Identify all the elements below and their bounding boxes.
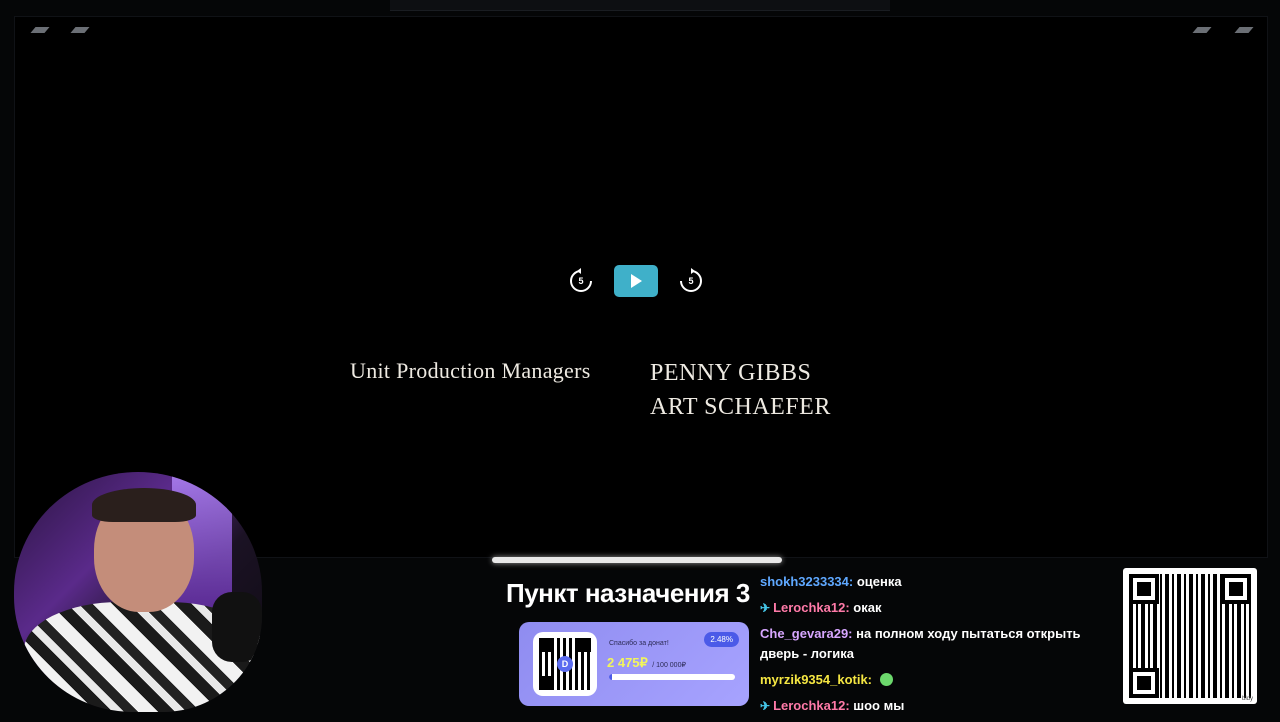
donation-percent-badge: 2.48% [704, 632, 739, 647]
microphone [212, 592, 262, 662]
rewind-5-button[interactable]: 5 [568, 268, 594, 294]
donation-thanks-text: Спасибо за донат! [609, 640, 669, 647]
chat-username: Che_gevara29: [760, 626, 853, 641]
chat-message: myrzik9354_kotik: [760, 670, 1110, 690]
streamer-hair [92, 488, 196, 522]
chat-text: шоо мы [853, 698, 905, 713]
chat-username: Lerochka12: [773, 600, 850, 615]
donation-qr-code-large: bldy [1123, 568, 1257, 704]
donation-amount: 2 475₽ / 100 000₽ [607, 654, 686, 672]
credit-name: PENNY GIBBS [650, 360, 812, 386]
frame-corner [70, 27, 90, 33]
qr-finder [1229, 582, 1243, 596]
donation-goal-widget: D Спасибо за донат! 2.48% 2 475₽ / 100 0… [519, 622, 749, 706]
credit-name: ART SCHAEFER [650, 394, 831, 420]
chat-text: оценка [856, 574, 902, 589]
play-button[interactable] [614, 265, 658, 297]
donation-progress-fill [609, 674, 613, 680]
chat-username: shokh3233334: [760, 574, 854, 589]
donation-goal: / 100 000₽ [652, 662, 686, 669]
forward-5-button[interactable]: 5 [678, 268, 704, 294]
playback-controls: 5 5 [568, 264, 704, 298]
frame-corner [1234, 27, 1254, 33]
chat-message: shokh3233334: оценка [760, 572, 1110, 592]
sword-badge-icon: ✈ [760, 699, 771, 713]
chat-overlay: shokh3233334: оценка ✈ Lerochka12: окак Che… [760, 572, 1110, 722]
donation-qr-code: D [533, 632, 597, 696]
qr-caption: bldy [1241, 696, 1253, 702]
streamer-webcam [14, 472, 262, 712]
qr-finder [1137, 582, 1151, 596]
qr-finder [1137, 676, 1151, 690]
credit-names: PENNY GIBBS ART SCHAEFER [650, 356, 831, 424]
video-progress-bar[interactable] [492, 557, 782, 563]
frame-corner [1192, 27, 1212, 33]
forward-seconds-label: 5 [688, 276, 694, 286]
green-face-emote [879, 673, 893, 686]
top-frame-bar [390, 0, 890, 11]
donation-progress-bar [609, 674, 735, 680]
chat-message: ✈ Lerochka12: окак [760, 598, 1110, 618]
rewind-seconds-label: 5 [578, 276, 584, 286]
play-icon [631, 274, 642, 288]
chat-username: myrzik9354_kotik: [760, 672, 873, 687]
donationalerts-logo-icon: D [557, 656, 573, 672]
chat-message: Che_gevara29: на полном ходу пытаться от… [760, 624, 1110, 664]
chat-username: Lerochka12: [773, 698, 850, 713]
chat-text: окак [853, 600, 882, 615]
chat-message: ✈ Lerochka12: шоо мы [760, 696, 1110, 716]
sword-badge-icon: ✈ [760, 601, 771, 615]
frame-corner [30, 27, 50, 33]
stream-title: Пункт назначения 3 [506, 578, 750, 608]
donation-current: 2 475₽ [607, 655, 648, 670]
credit-role: Unit Production Managers [350, 358, 591, 383]
